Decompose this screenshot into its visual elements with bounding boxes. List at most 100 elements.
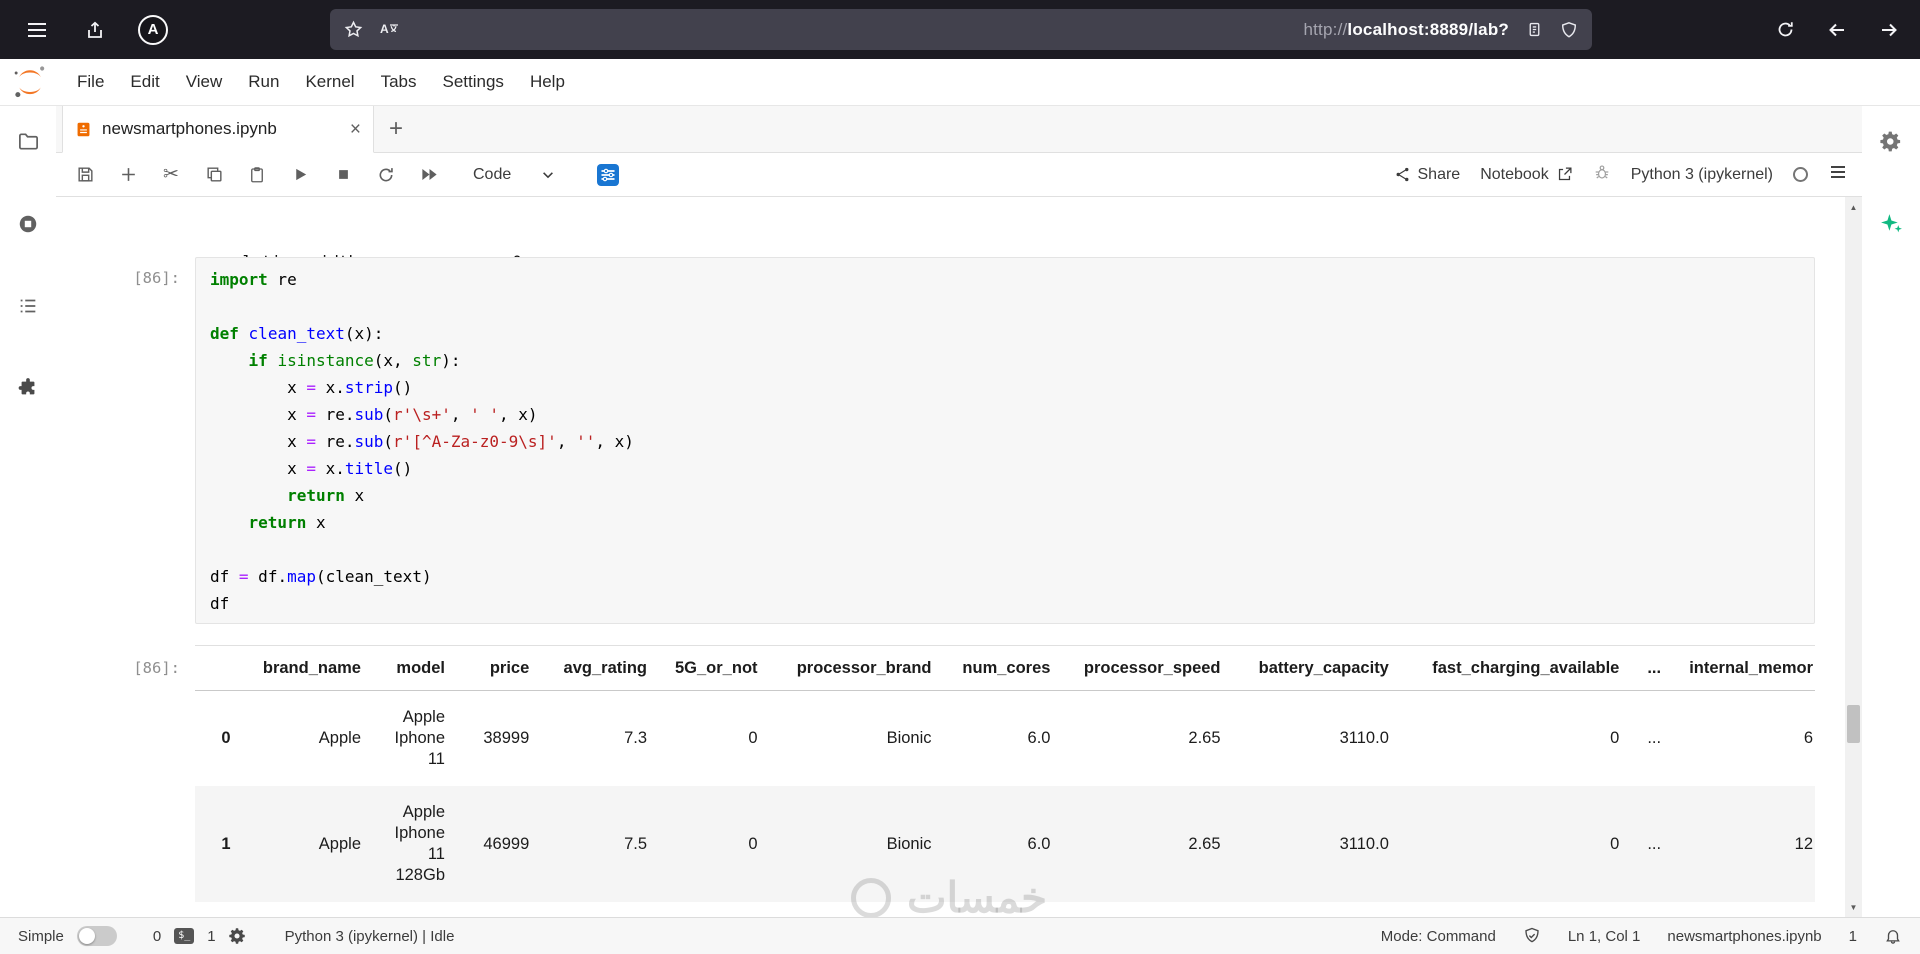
df-index-cell: 0 bbox=[221, 729, 231, 747]
reload-button[interactable] bbox=[1770, 15, 1800, 45]
run-cell-button[interactable] bbox=[285, 160, 315, 190]
chevron-down-icon bbox=[543, 171, 554, 178]
code-line: df bbox=[210, 594, 230, 613]
df-cell: ... bbox=[1647, 729, 1662, 747]
code-cell-editor[interactable]: import re def clean_text(x): if isinstan… bbox=[195, 257, 1815, 624]
cell-type-dropdown[interactable]: Code bbox=[473, 166, 555, 184]
property-inspector-button[interactable] bbox=[1879, 130, 1903, 158]
menu-item-view[interactable]: View bbox=[173, 59, 236, 105]
notebook-toolbar: ✂ Code Share Notebook Python 3 (ipykerne… bbox=[56, 153, 1862, 197]
ai-assistant-button[interactable] bbox=[1879, 211, 1904, 241]
format-cells-button[interactable] bbox=[597, 163, 620, 186]
insert-cell-button[interactable] bbox=[113, 160, 143, 190]
avatar-initial: A bbox=[147, 21, 159, 38]
save-icon bbox=[77, 167, 93, 182]
df-cell: 38999 bbox=[483, 729, 530, 747]
notebook-panel: resolution_width 0 dtype: int64 [86]: im… bbox=[56, 197, 1862, 917]
menu-item-run[interactable]: Run bbox=[235, 59, 292, 105]
restart-kernel-button[interactable] bbox=[371, 160, 401, 190]
menu-bar-items: File Edit View Run Kernel Tabs Settings Help bbox=[64, 59, 578, 105]
simple-mode-toggle[interactable] bbox=[76, 926, 117, 946]
table-of-contents-icon[interactable] bbox=[17, 295, 39, 322]
menu-item-kernel[interactable]: Kernel bbox=[292, 59, 367, 105]
debugger-button[interactable] bbox=[1593, 163, 1611, 186]
tracking-shield-icon[interactable] bbox=[1560, 21, 1578, 39]
left-sidebar bbox=[0, 106, 56, 917]
jupyterlab-menu-bar: File Edit View Run Kernel Tabs Settings Help bbox=[0, 59, 1920, 106]
paste-cell-button[interactable] bbox=[242, 160, 272, 190]
df-column-header: brand_name bbox=[244, 645, 375, 691]
df-cell: Apple Iphone 11 bbox=[394, 708, 445, 768]
scrollbar-thumb[interactable] bbox=[1847, 705, 1860, 743]
bookmark-star-icon[interactable] bbox=[344, 20, 363, 39]
bug-icon bbox=[1595, 165, 1609, 179]
df-column-header: price bbox=[459, 645, 544, 691]
url-text: http://localhost:8889/lab? bbox=[1303, 20, 1509, 40]
kernel-count[interactable]: 1 bbox=[207, 928, 215, 945]
scissors-icon: ✂ bbox=[163, 164, 179, 185]
fast-forward-icon bbox=[421, 168, 437, 181]
df-column-header: battery_capacity bbox=[1234, 645, 1403, 691]
df-column-header: processor_speed bbox=[1064, 645, 1235, 691]
df-cell: Bionic bbox=[886, 729, 932, 747]
tab-title: newsmartphones.ipynb bbox=[102, 119, 277, 138]
open-in-notebook-link[interactable]: Notebook bbox=[1480, 166, 1573, 184]
back-button[interactable] bbox=[1822, 15, 1852, 45]
code-line: import re bbox=[210, 270, 297, 289]
translate-icon[interactable]: A bbox=[379, 20, 399, 40]
output-prompt: [86]: bbox=[133, 659, 180, 677]
copy-page-icon[interactable] bbox=[1526, 21, 1543, 38]
url-bar[interactable]: A http://localhost:8889/lab? bbox=[330, 9, 1592, 50]
browser-share-button[interactable] bbox=[80, 15, 110, 45]
terminal-count[interactable]: 0 bbox=[153, 928, 161, 945]
interrupt-kernel-button[interactable] bbox=[328, 160, 358, 190]
df-cell: 46999 bbox=[483, 834, 530, 853]
menu-item-settings[interactable]: Settings bbox=[430, 59, 517, 105]
share-button[interactable]: Share bbox=[1394, 165, 1461, 184]
save-button[interactable] bbox=[70, 160, 100, 190]
share-label: Share bbox=[1417, 165, 1461, 183]
cut-cell-button[interactable]: ✂ bbox=[156, 160, 186, 190]
terminal-icon[interactable]: $_ bbox=[174, 928, 195, 944]
df-cell: 7.3 bbox=[624, 729, 647, 747]
copy-cell-button[interactable] bbox=[199, 160, 229, 190]
kernel-sessions-button[interactable] bbox=[228, 927, 247, 945]
extensions-icon[interactable] bbox=[17, 377, 39, 404]
toolbar-menu-button[interactable] bbox=[1828, 162, 1848, 187]
scroll-down-arrow-icon[interactable]: ▼ bbox=[1845, 899, 1862, 915]
copy-icon bbox=[206, 167, 222, 182]
df-cell: Apple bbox=[318, 729, 361, 747]
df-cell: 0 bbox=[1610, 834, 1620, 853]
notifications-button[interactable] bbox=[1884, 927, 1902, 945]
table-row: 1 Apple Apple Iphone 11 128Gb 46999 7.5 0 Bion… bbox=[195, 786, 1815, 902]
file-browser-icon[interactable] bbox=[17, 130, 40, 158]
kernel-name[interactable]: Python 3 (ipykernel) bbox=[1631, 166, 1773, 184]
notebook-scrollbar[interactable]: ▲ ▼ bbox=[1845, 197, 1862, 917]
notebook-link-label: Notebook bbox=[1480, 165, 1549, 183]
tab-close-icon[interactable]: × bbox=[350, 120, 361, 139]
sparkle-icon bbox=[1880, 214, 1902, 233]
df-column-header: processor_brand bbox=[771, 645, 946, 691]
profile-avatar[interactable]: A bbox=[138, 14, 168, 45]
df-column-header: fast_charging_available bbox=[1402, 645, 1634, 691]
browser-menu-button[interactable] bbox=[22, 15, 52, 45]
menu-item-tabs[interactable]: Tabs bbox=[368, 59, 430, 105]
df-column-header: avg_rating bbox=[543, 645, 661, 691]
share-upload-icon bbox=[88, 21, 102, 38]
menu-item-edit[interactable]: Edit bbox=[117, 59, 172, 105]
running-kernels-icon[interactable] bbox=[17, 213, 39, 240]
new-tab-button[interactable]: + bbox=[374, 106, 418, 152]
tab-newsmartphones[interactable]: newsmartphones.ipynb × bbox=[62, 106, 374, 153]
cell-type-value: Code bbox=[473, 165, 512, 183]
menu-item-help[interactable]: Help bbox=[517, 59, 578, 105]
forward-button[interactable] bbox=[1874, 15, 1904, 45]
code-line: x = x.strip() bbox=[210, 378, 413, 397]
cursor-position[interactable]: Ln 1, Col 1 bbox=[1568, 928, 1641, 945]
scroll-up-arrow-icon[interactable]: ▲ bbox=[1845, 199, 1862, 215]
restart-run-all-button[interactable] bbox=[414, 160, 444, 190]
statusbar-filename: newsmartphones.ipynb bbox=[1667, 927, 1822, 945]
kernel-status-text[interactable]: Python 3 (ipykernel) | Idle bbox=[285, 928, 455, 945]
code-line: x = x.title() bbox=[210, 459, 413, 478]
notification-count[interactable]: 1 bbox=[1849, 928, 1857, 945]
menu-item-file[interactable]: File bbox=[64, 59, 117, 105]
